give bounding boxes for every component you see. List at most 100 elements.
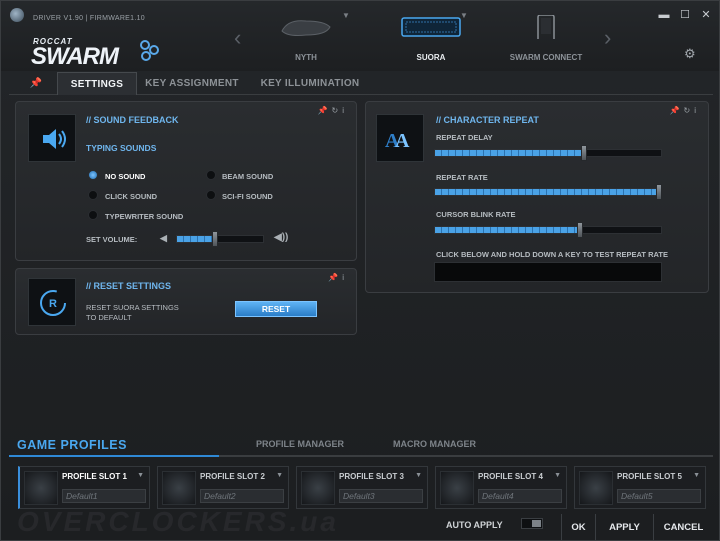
device-label: NYTH	[295, 53, 317, 62]
driver-version: DRIVER V1.90 | FIRMWARE1.10	[33, 15, 145, 22]
tab-key-assignment[interactable]: KEY ASSIGNMENT	[137, 72, 247, 95]
repeat-rate-fill	[435, 189, 659, 195]
profile-slot-name: PROFILE SLOT 3	[339, 472, 404, 481]
profile-slot-name: PROFILE SLOT 2	[200, 472, 265, 481]
repeat-delay-slider[interactable]	[434, 145, 662, 161]
profile-slot-2[interactable]: PROFILE SLOT 2 ▼ Default2	[157, 466, 289, 509]
keyboard-icon	[401, 17, 461, 37]
game-profiles-divider	[9, 455, 713, 457]
beam-sound-radio[interactable]	[206, 170, 216, 180]
device-swarm-connect[interactable]: SWARM CONNECT	[486, 1, 606, 71]
repeat-test-input[interactable]	[434, 262, 662, 282]
chevron-down-icon[interactable]: ▼	[693, 472, 700, 479]
device-prev-arrow-icon[interactable]: ‹	[234, 25, 241, 51]
tab-key-illumination[interactable]: KEY ILLUMINATION	[249, 72, 371, 95]
gear-icon[interactable]: ⚙	[684, 46, 696, 62]
reset-icon: R	[28, 278, 76, 326]
click-sound-label: CLICK SOUND	[105, 192, 158, 201]
chevron-down-icon[interactable]: ▼	[137, 472, 144, 479]
profile-slot-value[interactable]: Default1	[62, 489, 146, 503]
auto-apply-toggle[interactable]	[521, 518, 543, 529]
profile-slot-1[interactable]: PROFILE SLOT 1 ▼ Default1	[18, 466, 150, 509]
tab-macro-manager[interactable]: MACRO MANAGER	[393, 439, 476, 449]
auto-apply-label: AUTO APPLY	[446, 520, 503, 530]
profile-roccat-icon	[579, 471, 613, 505]
no-sound-radio[interactable]	[88, 170, 98, 180]
panel-tools[interactable]: 📌i	[328, 273, 348, 282]
ok-button[interactable]: OK	[561, 514, 595, 541]
swarm-logo: SWARM	[31, 43, 119, 70]
profile-slot-5[interactable]: PROFILE SLOT 5 ▼ Default5	[574, 466, 706, 509]
chevron-down-icon[interactable]: ▼	[276, 472, 283, 479]
speaker-icon	[28, 114, 76, 162]
character-repeat-icon: A A	[376, 114, 424, 162]
reset-button[interactable]: RESET	[235, 301, 317, 317]
chevron-down-icon[interactable]: ▼	[415, 472, 422, 479]
typewriter-sound-label: TYPEWRITER SOUND	[105, 212, 184, 221]
profile-slot-value[interactable]: Default3	[339, 489, 423, 503]
repeat-rate-thumb[interactable]	[656, 184, 662, 200]
beam-sound-label: BEAM SOUND	[222, 172, 274, 181]
profile-roccat-icon	[301, 471, 335, 505]
reset-desc-line2: TO DEFAULT	[86, 313, 132, 322]
phone-icon	[537, 15, 555, 39]
cursor-blink-thumb[interactable]	[577, 222, 583, 238]
device-dropdown-icon[interactable]: ▼	[342, 11, 350, 20]
profile-slot-value[interactable]: Default4	[478, 489, 562, 503]
device-label: SUORA	[416, 53, 446, 62]
profile-roccat-icon	[24, 471, 58, 505]
cancel-button[interactable]: CANCEL	[653, 514, 713, 541]
reset-settings-panel: 📌i R // RESET SETTINGS RESET SUORA SETTI…	[15, 268, 357, 335]
character-repeat-title: // CHARACTER REPEAT	[436, 115, 539, 125]
repeat-delay-label: REPEAT DELAY	[436, 133, 493, 142]
device-label: SWARM CONNECT	[509, 53, 583, 62]
minimize-button[interactable]: ▬	[655, 7, 673, 23]
cursor-blink-slider[interactable]	[434, 222, 662, 238]
tab-settings[interactable]: SETTINGS	[57, 72, 137, 95]
sound-feedback-panel: 📌↻i // SOUND FEEDBACK TYPING SOUNDS NO S…	[15, 101, 357, 261]
test-repeat-label: CLICK BELOW AND HOLD DOWN A KEY TO TEST …	[436, 250, 668, 259]
profile-slot-value[interactable]: Default2	[200, 489, 284, 503]
click-sound-radio[interactable]	[88, 190, 98, 200]
main-tabs: 📌 SETTINGS KEY ASSIGNMENT KEY ILLUMINATI…	[9, 71, 713, 95]
chevron-down-icon[interactable]: ▼	[554, 472, 561, 479]
panel-tools[interactable]: 📌↻i	[670, 106, 700, 115]
repeat-delay-thumb[interactable]	[581, 145, 587, 161]
device-suora[interactable]: SUORA	[371, 1, 491, 71]
volume-slider[interactable]	[176, 231, 264, 247]
cursor-blink-label: CURSOR BLINK RATE	[436, 210, 516, 219]
panel-tools[interactable]: 📌↻i	[318, 106, 348, 115]
apply-button[interactable]: APPLY	[595, 514, 653, 541]
profile-slot-name: PROFILE SLOT 4	[478, 472, 543, 481]
swarm-logo-icon	[140, 40, 159, 61]
svg-text:R: R	[49, 298, 57, 310]
repeat-rate-slider[interactable]	[434, 184, 662, 200]
character-repeat-panel: 📌↻i A A // CHARACTER REPEAT REPEAT DELAY…	[365, 101, 709, 293]
repeat-delay-fill	[435, 150, 584, 156]
profile-roccat-icon	[162, 471, 196, 505]
profile-slot-3[interactable]: PROFILE SLOT 3 ▼ Default3	[296, 466, 428, 509]
typing-sounds-title: TYPING SOUNDS	[86, 143, 157, 153]
scifi-sound-radio[interactable]	[206, 190, 216, 200]
typewriter-sound-radio[interactable]	[88, 210, 98, 220]
cursor-blink-fill	[435, 227, 580, 233]
device-dropdown-icon[interactable]: ▼	[460, 11, 468, 20]
close-button[interactable]: ✕	[697, 7, 715, 23]
device-selector: ‹ NYTH ▼ SUORA ▼ SWARM CONNECT ›	[226, 1, 631, 71]
profile-slot-name: PROFILE SLOT 1	[62, 472, 127, 481]
volume-thumb[interactable]	[212, 231, 218, 247]
tab-profile-manager[interactable]: PROFILE MANAGER	[256, 439, 344, 449]
no-sound-label: NO SOUND	[105, 172, 146, 181]
scifi-sound-label: SCI-FI SOUND	[222, 192, 273, 201]
pin-icon[interactable]: 📌	[17, 72, 55, 95]
maximize-button[interactable]: ☐	[676, 7, 694, 23]
profile-slot-name: PROFILE SLOT 5	[617, 472, 682, 481]
profile-slot-value[interactable]: Default5	[617, 489, 701, 503]
mouse-icon	[281, 20, 331, 36]
watermark: OVERCLOCKERS.ua	[17, 506, 339, 537]
device-next-arrow-icon[interactable]: ›	[604, 25, 611, 51]
profile-roccat-icon	[440, 471, 474, 505]
sound-feedback-title: // SOUND FEEDBACK	[86, 115, 179, 125]
roccat-swarm-window: DRIVER V1.90 | FIRMWARE1.10 ROCCAT SWARM…	[0, 0, 720, 541]
profile-slot-4[interactable]: PROFILE SLOT 4 ▼ Default4	[435, 466, 567, 509]
